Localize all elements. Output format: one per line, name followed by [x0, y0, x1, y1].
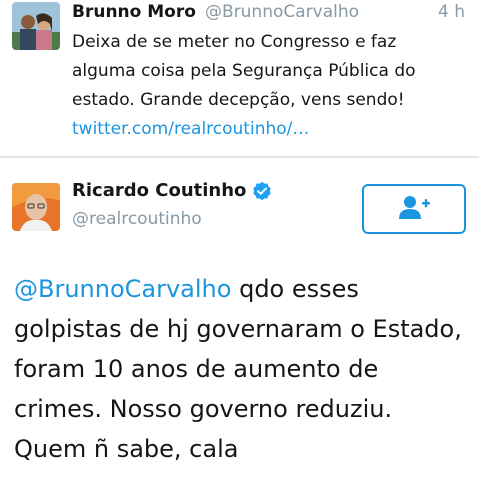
- tweet-text-line: estado. Grande decepção, vens sendo!: [72, 90, 405, 110]
- tweet-text: Deixa de se meter no Congresso e faz alg…: [72, 28, 472, 144]
- tweet-text-line: alguma coisa pela Segurança Pública do: [72, 61, 416, 81]
- tweet-text-segment: qdo esses: [231, 275, 359, 303]
- display-name[interactable]: Brunno Moro: [72, 2, 196, 22]
- tweet-text-line: golpistas de hj governaram o Estado,: [14, 315, 462, 343]
- main-tweet: Ricardo Coutinho @realrcoutinho @BrunnoC…: [0, 158, 479, 477]
- tweet-text-line: Deixa de se meter no Congresso e faz: [72, 32, 397, 52]
- verified-badge-icon: [252, 181, 272, 201]
- tweet-text-line: Quem ñ sabe, cala: [14, 435, 239, 463]
- display-name[interactable]: Ricardo Coutinho: [72, 180, 246, 201]
- reply-tweet[interactable]: Brunno Moro @BrunnoCarvalho 4 h Deixa de…: [0, 0, 479, 152]
- tweet-text: @BrunnoCarvalho qdo esses golpistas de h…: [14, 269, 474, 469]
- add-user-icon: [397, 194, 431, 224]
- user-handle[interactable]: @BrunnoCarvalho: [205, 2, 359, 22]
- follow-button[interactable]: [362, 184, 466, 234]
- name-row: Ricardo Coutinho: [72, 180, 272, 201]
- reply-header: Brunno Moro @BrunnoCarvalho 4 h: [72, 2, 465, 28]
- avatar[interactable]: [12, 183, 60, 231]
- mention-link[interactable]: @BrunnoCarvalho: [14, 275, 231, 303]
- tweet-text-line: foram 10 anos de aumento de: [14, 355, 379, 383]
- tweet-text-line: crimes. Nosso governo reduziu.: [14, 395, 393, 423]
- timestamp[interactable]: 4 h: [438, 2, 465, 22]
- user-handle[interactable]: @realrcoutinho: [72, 209, 202, 229]
- tweet-link[interactable]: twitter.com/realrcoutinho/…: [72, 115, 472, 144]
- tweet-text-line: @BrunnoCarvalho qdo esses: [14, 269, 474, 309]
- avatar[interactable]: [12, 2, 60, 50]
